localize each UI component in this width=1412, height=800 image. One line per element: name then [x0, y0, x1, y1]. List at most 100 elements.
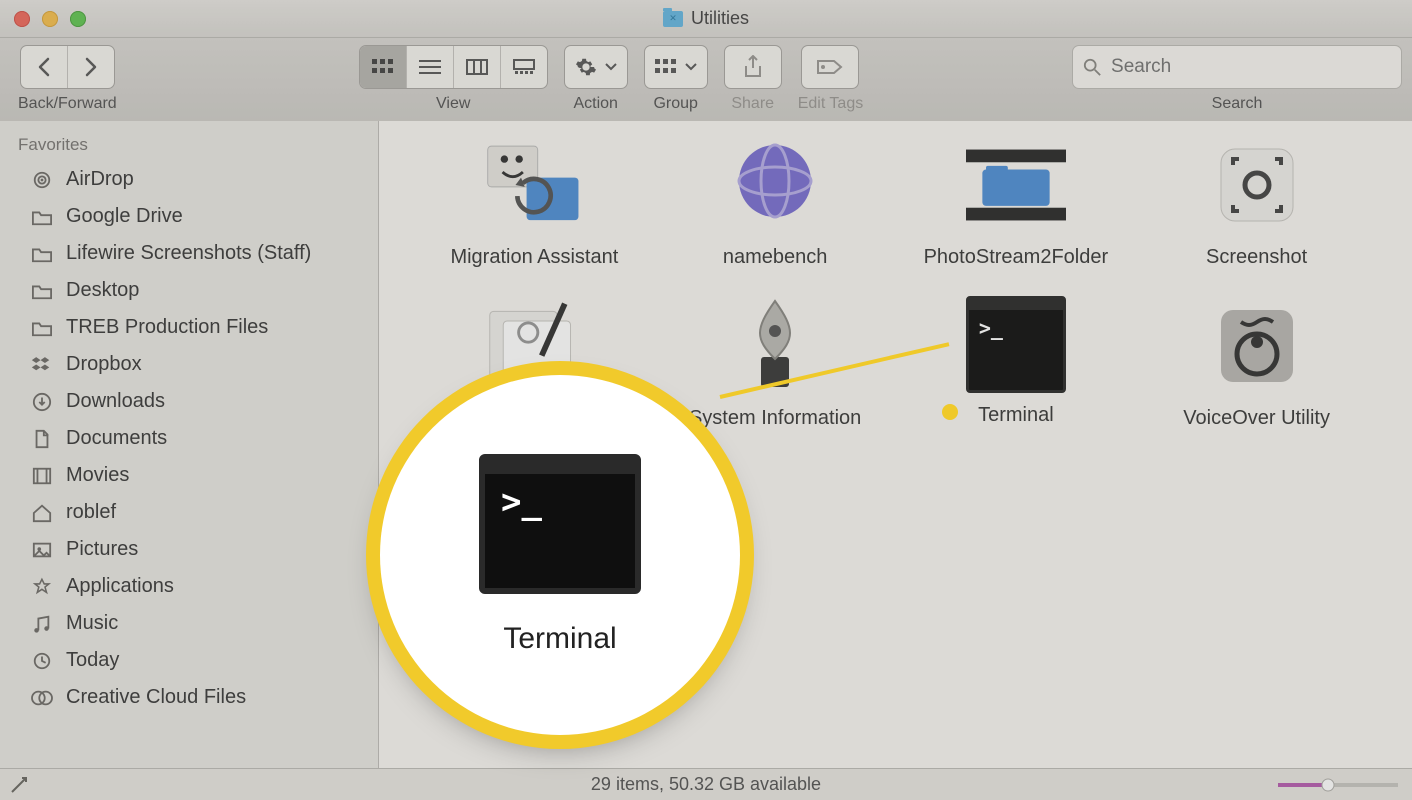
namebench-icon [725, 135, 825, 235]
app-system-information[interactable]: System Information [665, 296, 885, 431]
status-bar: 29 items, 50.32 GB available [0, 768, 1412, 800]
app-label: PhotoStream2Folder [924, 245, 1109, 270]
sidebar-item-creative-cloud-files[interactable]: Creative Cloud Files [0, 679, 378, 716]
movies-icon [30, 465, 54, 487]
photostream-icon [966, 135, 1066, 235]
terminal-icon: >_ [966, 296, 1066, 393]
zoom-window-button[interactable] [70, 11, 86, 27]
status-text: 29 items, 50.32 GB available [591, 774, 821, 795]
migration-icon [484, 135, 584, 235]
sidebar-item-treb-production-files[interactable]: TREB Production Files [0, 309, 378, 346]
view-gallery[interactable] [500, 46, 547, 88]
view-columns[interactable] [453, 46, 500, 88]
app-screenshot[interactable]: Screenshot [1147, 135, 1367, 270]
sidebar-item-downloads[interactable]: Downloads [0, 383, 378, 420]
view-icon-grid[interactable] [360, 46, 406, 88]
app-label: Terminal [978, 403, 1054, 428]
gear-icon [575, 56, 597, 78]
app-namebench[interactable]: namebench [665, 135, 885, 270]
sidebar-item-label: Movies [66, 464, 129, 487]
sidebar-item-label: Creative Cloud Files [66, 686, 246, 709]
action-menu[interactable] [564, 45, 628, 89]
sidebar: Favorites AirDrop Google Drive Lifewire Sc… [0, 121, 379, 769]
sidebar-heading-favorites: Favorites [0, 129, 378, 161]
sidebar-item-label: Applications [66, 575, 174, 598]
app-voiceover-utility[interactable]: VoiceOver Utility [1147, 296, 1367, 431]
sidebar-item-pictures[interactable]: Pictures [0, 531, 378, 568]
sidebar-item-roblef[interactable]: roblef [0, 494, 378, 531]
clock-icon [30, 650, 54, 672]
view-list[interactable] [406, 46, 453, 88]
back-button[interactable] [21, 46, 67, 88]
sidebar-item-today[interactable]: Today [0, 642, 378, 679]
sidebar-item-airdrop[interactable]: AirDrop [0, 161, 378, 198]
content-area[interactable]: Migration Assistant namebench PhotoStream2… [379, 121, 1412, 769]
app-photostream2folder[interactable]: PhotoStream2Folder [906, 135, 1126, 270]
path-icon[interactable] [10, 776, 28, 794]
sidebar-item-desktop[interactable]: Desktop [0, 272, 378, 309]
sidebar-item-label: Music [66, 612, 118, 635]
share-button[interactable] [724, 45, 782, 89]
sidebar-item-movies[interactable]: Movies [0, 457, 378, 494]
traffic-lights [14, 11, 86, 27]
sidebar-item-label: Downloads [66, 390, 165, 413]
app-migration-assistant[interactable]: Migration Assistant [424, 135, 644, 270]
script-editor-icon [484, 296, 584, 396]
search-field[interactable] [1072, 45, 1402, 89]
group-menu[interactable] [644, 45, 708, 89]
music-icon [30, 613, 54, 635]
sidebar-item-documents[interactable]: Documents [0, 420, 378, 457]
system-info-icon [725, 296, 825, 396]
sidebar-item-label: Documents [66, 427, 167, 450]
share-icon [743, 55, 763, 79]
app-label: Screenshot [1206, 245, 1307, 270]
edit-tags-button[interactable] [801, 45, 859, 89]
documents-icon [30, 428, 54, 450]
sidebar-item-label: Google Drive [66, 205, 183, 228]
sidebar-item-dropbox[interactable]: Dropbox [0, 346, 378, 383]
sidebar-item-label: Desktop [66, 279, 139, 302]
icon-size-slider[interactable] [1278, 778, 1398, 792]
screenshot-icon [1207, 135, 1307, 235]
cc-icon [30, 687, 54, 709]
sidebar-item-applications[interactable]: Applications [0, 568, 378, 605]
sidebar-item-lifewire-screenshots-staff-[interactable]: Lifewire Screenshots (Staff) [0, 235, 378, 272]
dropbox-icon [30, 354, 54, 376]
folder-icon [30, 206, 54, 228]
group-icon [655, 59, 677, 75]
view-segment [359, 45, 548, 89]
app-terminal[interactable]: >_ Terminal [906, 296, 1126, 431]
chevron-down-icon [685, 63, 697, 71]
app-script-editor[interactable]: Script Editor [424, 296, 644, 431]
folder-icon [30, 243, 54, 265]
search-label: Search [1212, 95, 1263, 113]
sidebar-item-label: AirDrop [66, 168, 134, 191]
app-label: Migration Assistant [450, 245, 618, 270]
app-label: System Information [689, 406, 861, 431]
window-title: Utilities [691, 8, 749, 29]
applications-icon [30, 576, 54, 598]
airdrop-icon [30, 169, 54, 191]
back-forward-label: Back/Forward [18, 95, 117, 113]
search-input[interactable] [1109, 55, 1391, 79]
sidebar-item-label: Dropbox [66, 353, 142, 376]
close-window-button[interactable] [14, 11, 30, 27]
nav-back-forward [20, 45, 115, 89]
action-label: Action [573, 95, 617, 113]
folder-icon [663, 11, 683, 27]
home-icon [30, 502, 54, 524]
chevron-down-icon [605, 63, 617, 71]
minimize-window-button[interactable] [42, 11, 58, 27]
toolbar: Back/Forward View Action [0, 38, 1412, 130]
app-label: namebench [723, 245, 828, 270]
sidebar-item-label: Today [66, 649, 119, 672]
folder-icon [30, 280, 54, 302]
share-label: Share [731, 95, 774, 113]
forward-button[interactable] [67, 46, 114, 88]
app-label: Script Editor [480, 406, 589, 431]
window-titlebar: Utilities [0, 0, 1412, 38]
view-label: View [436, 95, 470, 113]
sidebar-item-google-drive[interactable]: Google Drive [0, 198, 378, 235]
sidebar-item-music[interactable]: Music [0, 605, 378, 642]
sidebar-item-label: TREB Production Files [66, 316, 268, 339]
